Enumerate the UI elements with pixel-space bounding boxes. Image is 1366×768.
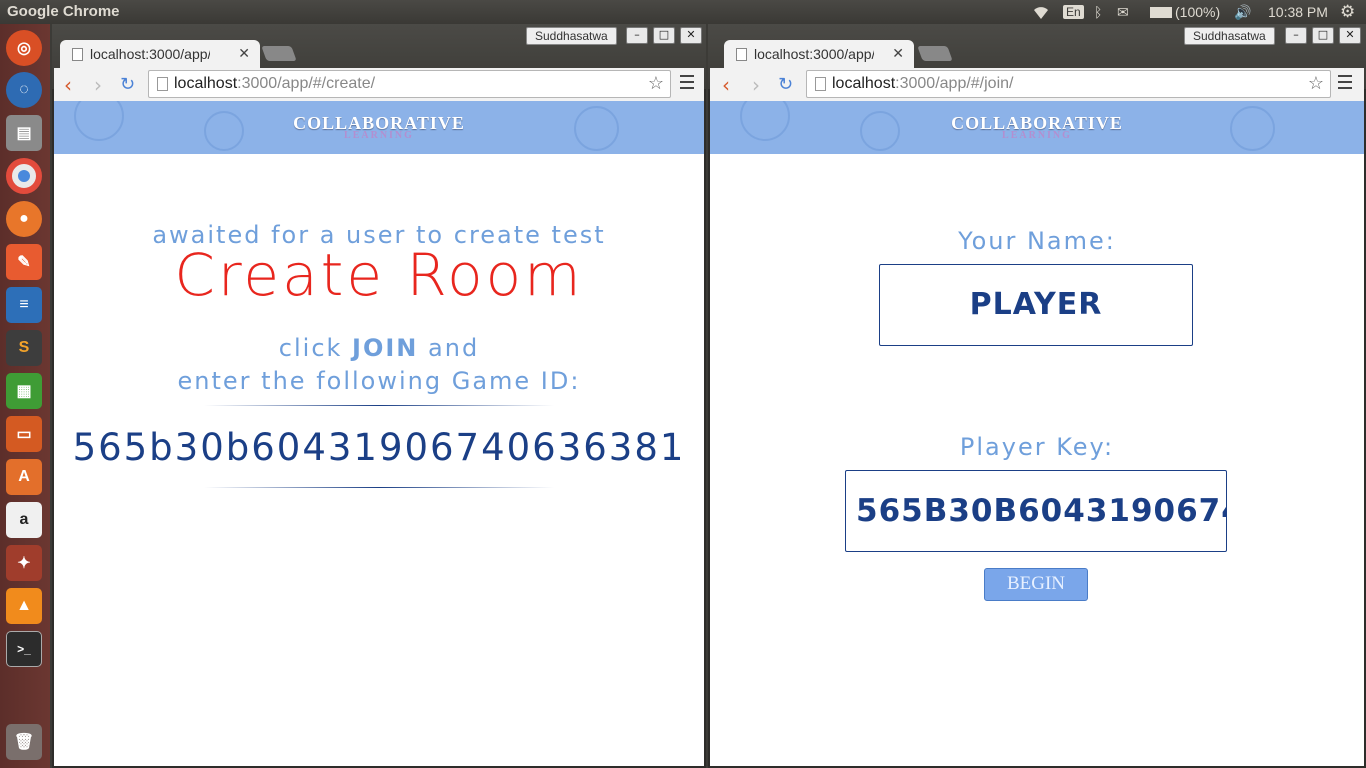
close-tab-icon[interactable]: ✕	[892, 45, 904, 62]
doodle-icon	[1230, 106, 1275, 151]
left-toolbar: ‹ › ↻ localhost:3000/app/#/create/ ☆	[54, 68, 704, 101]
amazon-icon[interactable]: a	[6, 502, 42, 538]
terminal-icon[interactable]: >_	[6, 631, 42, 667]
begin-button[interactable]: BEGIN	[984, 568, 1088, 601]
left-page: COLLABORATIVE LEARNING awaited for a use…	[54, 101, 704, 766]
maximize-icon[interactable]: □	[653, 27, 675, 44]
divider-bottom	[204, 487, 554, 488]
settings-icon[interactable]: ✦	[6, 545, 42, 581]
empathy-icon[interactable]: ◌	[6, 72, 42, 108]
right-url: localhost:3000/app/#/join/	[832, 75, 1013, 93]
battery-icon	[1150, 6, 1172, 18]
right-browser-window: localhost:3000/app/ ✕ Suddhasatwa – □ ✕ …	[708, 24, 1366, 768]
sublime-text-icon[interactable]: S	[6, 330, 42, 366]
mail-icon[interactable]: ✉	[1117, 0, 1129, 24]
doodle-icon	[740, 101, 790, 141]
calc-icon[interactable]: ▦	[6, 373, 42, 409]
page-icon	[736, 48, 747, 61]
right-url-host: localhost	[832, 75, 896, 92]
bluetooth-icon[interactable]: ᛒ	[1094, 0, 1102, 24]
star-icon[interactable]: ☆	[1308, 73, 1324, 94]
menu-icon[interactable]	[680, 75, 694, 89]
instruction-prefix: click	[278, 334, 343, 362]
close-icon[interactable]: ✕	[680, 27, 702, 44]
right-url-path: :3000/app/#/join/	[895, 75, 1014, 92]
forward-icon[interactable]: ›	[94, 73, 102, 97]
right-tab-active[interactable]: localhost:3000/app/ ✕	[724, 40, 914, 70]
close-tab-icon[interactable]: ✕	[238, 45, 250, 62]
close-icon[interactable]: ✕	[1339, 27, 1361, 44]
reload-icon[interactable]: ↻	[120, 74, 135, 95]
page-icon	[815, 77, 826, 91]
back-icon[interactable]: ‹	[64, 73, 72, 97]
top-panel: Google Chrome En ᛒ ✉ (100%) 🔊 10:38 PM ⚙	[0, 0, 1366, 24]
app-logo: COLLABORATIVE LEARNING	[293, 113, 465, 141]
right-address-bar[interactable]: localhost:3000/app/#/join/ ☆	[806, 70, 1331, 98]
left-url-path: :3000/app/#/create/	[237, 75, 376, 92]
right-tab-title: localhost:3000/app/	[754, 46, 874, 62]
wifi-icon[interactable]	[1030, 0, 1052, 24]
ubuntu-dash-icon[interactable]: ◎	[6, 30, 42, 66]
right-page: COLLABORATIVE LEARNING Your Name: PLAYER…	[710, 101, 1364, 766]
clock-doodle-icon	[204, 111, 244, 151]
minimize-icon[interactable]: –	[626, 27, 648, 44]
new-tab-button[interactable]	[917, 46, 953, 61]
name-input[interactable]: PLAYER	[879, 264, 1193, 346]
left-tab-title: localhost:3000/app/	[90, 46, 210, 62]
game-id: 565b30b60431906740636381	[72, 426, 686, 469]
doodle-icon	[74, 101, 124, 141]
star-icon[interactable]: ☆	[648, 73, 664, 94]
files-icon[interactable]: ▤	[6, 115, 42, 151]
player-key-label: Player Key:	[959, 433, 1115, 461]
instruction-suffix: and	[428, 334, 480, 362]
right-profile-button[interactable]: Suddhasatwa	[1184, 27, 1275, 45]
left-address-bar[interactable]: localhost:3000/app/#/create/ ☆	[148, 70, 671, 98]
clock-doodle-icon	[860, 111, 900, 151]
keyboard-indicator[interactable]: En	[1063, 0, 1084, 24]
left-url-host: localhost	[174, 75, 238, 92]
join-instruction: click JOIN and	[54, 334, 704, 362]
page-icon	[72, 48, 83, 61]
battery-indicator[interactable]: (100%)	[1150, 0, 1220, 24]
doodle-icon	[574, 106, 619, 151]
minimize-icon[interactable]: –	[1285, 27, 1307, 44]
firefox-icon[interactable]: ●	[6, 201, 42, 237]
player-key-input[interactable]: 565B30B60431906740636381	[845, 470, 1227, 552]
instruction-join: JOIN	[352, 334, 419, 362]
volume-icon[interactable]: 🔊	[1234, 0, 1251, 24]
reload-icon[interactable]: ↻	[778, 74, 793, 95]
impress-icon[interactable]: ▭	[6, 416, 42, 452]
right-toolbar: ‹ › ↻ localhost:3000/app/#/join/ ☆	[710, 68, 1364, 101]
name-label: Your Name:	[958, 227, 1116, 255]
utility-icon[interactable]: ✎	[6, 244, 42, 280]
active-app-name: Google Chrome	[7, 3, 120, 20]
trash-icon[interactable]: 🗑	[6, 724, 42, 760]
left-profile-button[interactable]: Suddhasatwa	[526, 27, 617, 45]
instruction-line2: enter the following Game ID:	[177, 367, 581, 395]
vlc-icon[interactable]: ▲	[6, 588, 42, 624]
left-url: localhost:3000/app/#/create/	[174, 75, 375, 93]
forward-icon[interactable]: ›	[752, 73, 760, 97]
back-icon[interactable]: ‹	[722, 73, 730, 97]
keyboard-label: En	[1063, 5, 1084, 19]
maximize-icon[interactable]: □	[1312, 27, 1334, 44]
left-browser-window: localhost:3000/app/ ✕ Suddhasatwa – □ ✕ …	[52, 24, 706, 768]
create-room-title: Create Room	[174, 241, 584, 309]
new-tab-button[interactable]	[261, 46, 297, 61]
menu-icon[interactable]	[1338, 75, 1352, 89]
gear-icon[interactable]: ⚙	[1340, 0, 1355, 24]
right-banner: COLLABORATIVE LEARNING	[710, 101, 1364, 154]
writer-icon[interactable]: ≡	[6, 287, 42, 323]
chrome-icon[interactable]	[6, 158, 42, 194]
page-icon	[157, 77, 168, 91]
app-logo: COLLABORATIVE LEARNING	[951, 113, 1123, 141]
divider-top	[204, 405, 554, 406]
software-center-icon[interactable]: A	[6, 459, 42, 495]
left-tab-active[interactable]: localhost:3000/app/ ✕	[60, 40, 260, 70]
battery-label: (100%)	[1175, 4, 1221, 20]
clock[interactable]: 10:38 PM	[1268, 0, 1328, 24]
left-banner: COLLABORATIVE LEARNING	[54, 101, 704, 154]
launcher: ◎ ◌ ▤ ● ✎ ≡ S ▦ ▭ A a ✦ ▲ >_ 🗑	[0, 24, 50, 768]
